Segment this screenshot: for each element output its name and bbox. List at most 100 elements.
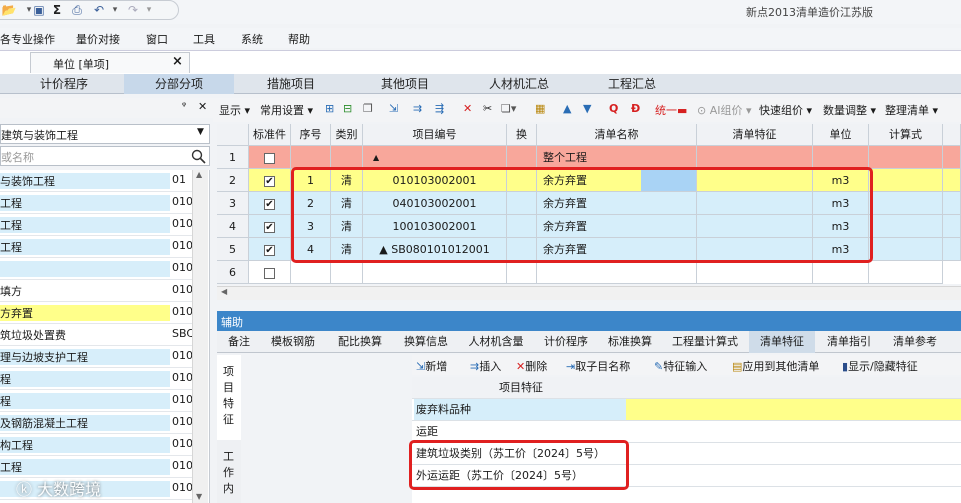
tab-remarks[interactable]: 备注 [223,331,255,353]
formula-cell[interactable] [869,215,943,238]
unify-button[interactable]: 统一▬ [655,102,687,118]
tab-measures[interactable]: 措施项目 [234,74,348,94]
get-subitem-name-button[interactable]: ⇥取子目名称 [566,358,630,374]
formula-cell[interactable] [869,192,943,215]
feature-value-cell[interactable] [626,443,961,464]
tab-conversion-info[interactable]: 换算信息 [395,331,457,353]
tab-labor-content[interactable]: 人材机含量 [459,331,533,353]
tree-item[interactable]: 与装饰工程 01 [0,170,208,192]
cut-icon[interactable]: ✂ [483,102,492,115]
tool-icon-1[interactable]: ⊞ [325,102,334,115]
feature-value-cell[interactable] [626,465,961,486]
column-header-seq[interactable]: 序号 [291,124,331,146]
tab-ratio-conversion[interactable]: 配比换算 [329,331,391,353]
quantity-adjust-button[interactable]: 数量调整 ▾ [823,102,876,118]
delete-icon[interactable]: ✕ [463,102,472,115]
organize-list-button[interactable]: 整理清单 ▾ [885,102,938,118]
grid-horizontal-scrollbar[interactable]: ◀ [217,286,961,300]
q-icon[interactable]: Q [609,102,618,115]
tab-bill-features[interactable]: 清单特征 [749,331,815,353]
tree-item[interactable]: 程 010 [0,390,208,412]
standard-checkbox[interactable]: ✔ [249,169,291,192]
copy-icon[interactable]: ❐ [363,102,373,115]
profession-select[interactable]: 建筑与装饰工程 ▼ [0,124,210,144]
side-vertical-label-work[interactable]: 工 作 内 [217,440,241,503]
tree-item-selected[interactable]: 方弃置 010 [0,302,208,324]
scroll-down-icon[interactable]: ▼ [196,492,202,501]
tree-item[interactable]: 及钢筋混凝土工程 010 [0,412,208,434]
name-cell[interactable]: 整个工程 [537,146,697,169]
close-icon[interactable]: × [172,54,183,69]
code-cell[interactable]: ▲ [363,146,507,169]
standard-checkbox[interactable]: ✔ [249,192,291,215]
tab-project-summary[interactable]: 工程汇总 [576,74,688,94]
feature-row[interactable]: 废弃料品种 [412,399,961,421]
save-icon[interactable]: ▣ [31,2,47,18]
tab-quantity-formula[interactable]: 工程量计算式 [663,331,747,353]
common-settings-button[interactable]: 常用设置 ▾ [260,102,313,118]
name-cell[interactable] [537,261,697,284]
column-header-standard[interactable]: 标准件 [249,124,291,146]
features-cell[interactable] [697,261,813,284]
standard-checkbox[interactable] [249,261,291,284]
print-icon[interactable]: ⎙ [69,2,85,18]
tree-item[interactable]: 填方 010 [0,280,208,302]
column-header-swap[interactable]: 换 [507,124,537,146]
tree-item[interactable]: 工程 010 [0,236,208,258]
menu-quantity-price[interactable]: 量价对接 [76,31,120,47]
sum-icon[interactable]: Σ [49,2,65,18]
move-down-icon[interactable]: ▼ [583,102,591,115]
tab-formwork-rebar[interactable]: 模板钢筋 [261,331,325,353]
add-feature-button[interactable]: ⇲新增 [416,358,447,374]
features-cell[interactable] [697,146,813,169]
delete-feature-button[interactable]: ✕删除 [516,358,547,374]
column-header-unit[interactable]: 单位 [813,124,869,146]
insert-icon[interactable]: ⇲ [389,102,398,115]
insert-feature-button[interactable]: ⇉插入 [470,358,501,374]
feature-value-cell[interactable] [626,421,961,442]
insert-child-icon[interactable]: ⇉ [413,102,422,115]
tree-scrollbar[interactable]: ▲ ▼ [192,170,208,503]
tab-bill-reference[interactable]: 清单参考 [883,331,947,353]
formula-cell[interactable] [869,261,943,284]
ai-price-button[interactable]: ⊙ AI组价 ▾ [697,102,752,118]
scroll-up-icon[interactable]: ▲ [196,170,202,179]
feature-value-cell[interactable] [626,399,961,420]
column-header-formula[interactable]: 计算式 [869,124,943,146]
tab-sub-items[interactable]: 分部分项 [124,74,234,94]
tab-pricing-procedure[interactable]: 计价程序 [535,331,597,353]
redo-icon[interactable]: ↷ [125,2,141,18]
tree-item[interactable]: 工程 010 [0,214,208,236]
tab-labor-material-summary[interactable]: 人材机汇总 [462,74,576,94]
search-icon[interactable] [191,149,206,164]
tool-icon-2[interactable]: ⊟ [343,102,352,115]
column-header-name[interactable]: 清单名称 [537,124,697,146]
formula-cell[interactable] [869,169,943,192]
toggle-features-button[interactable]: ▮显示/隐藏特征 [842,358,918,374]
menu-help[interactable]: 帮助 [288,31,310,47]
search-input[interactable]: 或名称 [0,146,210,166]
tab-standard-conversion[interactable]: 标准换算 [599,331,661,353]
scroll-left-icon[interactable]: ◀ [221,287,227,296]
quick-price-button[interactable]: 快速组价 ▾ [759,102,812,118]
tab-bill-guide[interactable]: 清单指引 [817,331,881,353]
column-header-features[interactable]: 清单特征 [697,124,813,146]
formula-cell[interactable] [869,238,943,261]
paste-icon[interactable]: ❏▾ [501,102,516,115]
apply-to-other-bills-button[interactable]: ▤应用到其他清单 [732,358,819,374]
feature-input-button[interactable]: ✎特征输入 [654,358,707,374]
undo-dropdown-icon[interactable]: ▾ [107,2,123,18]
display-button[interactable]: 显示 ▾ [219,102,250,118]
unit-cell[interactable] [813,146,869,169]
redo-dropdown-icon[interactable]: ▾ [141,2,157,18]
menu-tools[interactable]: 工具 [193,31,215,47]
standard-checkbox[interactable]: ✔ [249,215,291,238]
column-header-code[interactable]: 项目编号 [363,124,507,146]
open-icon[interactable]: 📂 [1,2,17,18]
tree-item[interactable]: 筑垃圾处置费 SBC [0,324,208,346]
undo-icon[interactable]: ↶ [91,2,107,18]
tree-item[interactable]: 工程 010 [0,456,208,478]
tree-item[interactable]: 理与边坡支护工程 010 [0,346,208,368]
menu-system[interactable]: 系统 [241,31,263,47]
brush-icon[interactable]: ▦ [535,102,545,115]
